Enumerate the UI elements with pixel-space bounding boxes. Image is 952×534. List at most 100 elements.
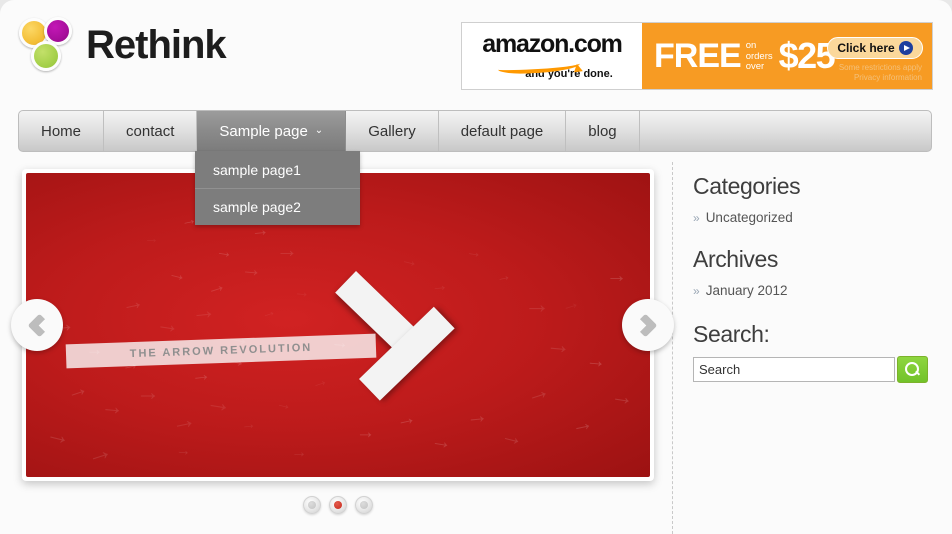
decorative-arrow-icon: → xyxy=(606,264,627,287)
search-input[interactable] xyxy=(693,357,895,383)
decorative-arrow-icon: → xyxy=(175,441,192,460)
logo-circle-green-icon xyxy=(31,41,61,71)
offer-price: $25 xyxy=(778,35,836,76)
decorative-arrow-icon: → xyxy=(258,302,279,323)
nav-item-label: contact xyxy=(126,122,175,140)
dropdown-item-label: sample page2 xyxy=(213,199,301,215)
decorative-arrow-icon: → xyxy=(356,422,375,443)
nav-item-label: default page xyxy=(460,122,544,140)
decorative-arrow-icon: → xyxy=(189,363,213,387)
decorative-arrow-icon: → xyxy=(568,408,596,439)
decorative-arrow-icon: → xyxy=(214,240,235,263)
slider-dot-2[interactable] xyxy=(329,496,347,514)
search-form xyxy=(693,356,933,384)
dropdown-item-sample-page1[interactable]: sample page1 xyxy=(195,151,360,188)
decorative-arrow-icon: → xyxy=(43,418,75,452)
play-arrow-icon xyxy=(898,41,913,55)
amazon-ad-banner[interactable]: amazon.com and you're done. FREE on orde… xyxy=(461,22,933,90)
decorative-arrow-icon: → xyxy=(189,295,218,327)
decorative-arrow-icon: → xyxy=(119,352,141,376)
archives-heading: Archives xyxy=(693,245,778,272)
offer-conditions-line-3: over xyxy=(745,61,765,73)
dropdown-item-sample-page2[interactable]: sample page2 xyxy=(195,188,360,225)
site-logo[interactable]: Rethink xyxy=(18,16,227,74)
decorative-arrow-icon: → xyxy=(240,257,263,282)
decorative-arrow-icon: → xyxy=(276,237,298,262)
nav-item-default-page[interactable]: default page xyxy=(439,111,567,151)
amazon-wordmark: amazon.com xyxy=(482,30,623,58)
decorative-arrow-icon: → xyxy=(308,369,331,394)
nav-item-label: blog xyxy=(588,122,617,140)
chevron-down-icon: ⌄ xyxy=(314,125,324,136)
archive-link: January 2012 xyxy=(705,282,788,298)
nav-item-blog[interactable]: blog xyxy=(566,111,640,151)
list-item[interactable]: » Uncategorized xyxy=(693,210,933,225)
decorative-arrow-icon: → xyxy=(203,385,235,419)
decorative-arrow-icon: → xyxy=(154,309,183,340)
decorative-arrow-icon: → xyxy=(154,336,177,361)
decorative-arrow-icon: → xyxy=(293,283,311,302)
decorative-arrow-icon: → xyxy=(136,379,160,406)
slider-prev-button[interactable] xyxy=(11,299,63,351)
decorative-arrow-icon: → xyxy=(393,406,419,432)
nav-empty-space xyxy=(640,111,931,151)
decorative-arrow-icon: → xyxy=(330,331,350,353)
bullet-icon: » xyxy=(693,210,700,225)
decorative-arrow-icon: → xyxy=(429,428,454,455)
decorative-arrow-icon: → xyxy=(585,349,607,373)
nav-item-sample-page[interactable]: Sample page ⌄ xyxy=(197,111,347,151)
bullet-icon: » xyxy=(693,283,700,298)
nav-item-home[interactable]: Home xyxy=(19,111,105,151)
main-navigation: Home contact Sample page ⌄ Gallery defau… xyxy=(18,110,932,152)
decorative-arrow-icon: → xyxy=(609,381,636,411)
big-chevron-arrow-icon xyxy=(356,261,496,393)
offer-conditions: on orders over xyxy=(745,40,773,73)
decorative-arrow-icon: → xyxy=(223,345,250,374)
amazon-offer-panel: FREE on orders over $25 Click here Some … xyxy=(642,23,932,89)
search-heading: Search: xyxy=(693,320,770,347)
decorative-arrow-icon: → xyxy=(82,433,116,471)
decorative-arrow-icon: → xyxy=(144,230,159,247)
decorative-arrow-icon: → xyxy=(558,291,583,318)
chevron-right-icon xyxy=(633,312,658,338)
sidebar: Categories » Uncategorized Archives » Janu… xyxy=(693,172,933,384)
slider-next-button[interactable] xyxy=(622,299,674,351)
site-title: Rethink xyxy=(86,23,227,67)
decorative-arrow-icon: → xyxy=(165,262,190,287)
archives-list: » January 2012 xyxy=(693,283,933,298)
site-header: Rethink amazon.com and you're done. FREE… xyxy=(0,0,952,104)
slider-dot-1[interactable] xyxy=(303,496,321,514)
offer-restrictions: Some restrictions apply Privacy informat… xyxy=(839,63,922,83)
decorative-arrow-icon: → xyxy=(86,340,103,359)
category-link: Uncategorized xyxy=(705,209,793,225)
decorative-arrow-icon: → xyxy=(168,404,199,438)
logo-mark-icon xyxy=(18,16,76,74)
amazon-domain: .com xyxy=(568,30,623,58)
decorative-arrow-icon: → xyxy=(430,275,449,296)
decorative-arrow-icon: → xyxy=(494,266,513,287)
search-submit-button[interactable] xyxy=(897,356,928,384)
slider-dot-3[interactable] xyxy=(355,496,373,514)
list-item[interactable]: » January 2012 xyxy=(693,283,933,298)
nav-item-label: Gallery xyxy=(368,122,416,140)
privacy-line[interactable]: Privacy information xyxy=(839,73,922,83)
nav-item-gallery[interactable]: Gallery xyxy=(346,111,439,151)
decorative-arrow-icon: → xyxy=(524,289,550,319)
offer-free-label: FREE xyxy=(654,37,742,75)
decorative-arrow-icon: → xyxy=(62,374,92,405)
decorative-arrow-icon: → xyxy=(274,394,294,415)
click-here-button[interactable]: Click here xyxy=(827,37,923,59)
decorative-arrow-icon: → xyxy=(544,329,573,361)
click-here-label: Click here xyxy=(837,41,895,55)
nav-item-label: Sample page xyxy=(219,122,308,140)
page-container: Rethink amazon.com and you're done. FREE… xyxy=(0,0,952,534)
decorative-arrow-icon: → xyxy=(464,401,490,430)
nav-item-contact[interactable]: contact xyxy=(104,111,198,151)
search-icon xyxy=(905,362,920,377)
decorative-arrow-icon: → xyxy=(118,286,147,318)
restrictions-line: Some restrictions apply xyxy=(838,63,922,72)
categories-list: » Uncategorized xyxy=(693,210,933,225)
decorative-arrow-icon: → xyxy=(99,392,126,420)
decorative-arrow-icon: → xyxy=(291,444,307,461)
decorative-arrow-icon: → xyxy=(464,242,484,263)
